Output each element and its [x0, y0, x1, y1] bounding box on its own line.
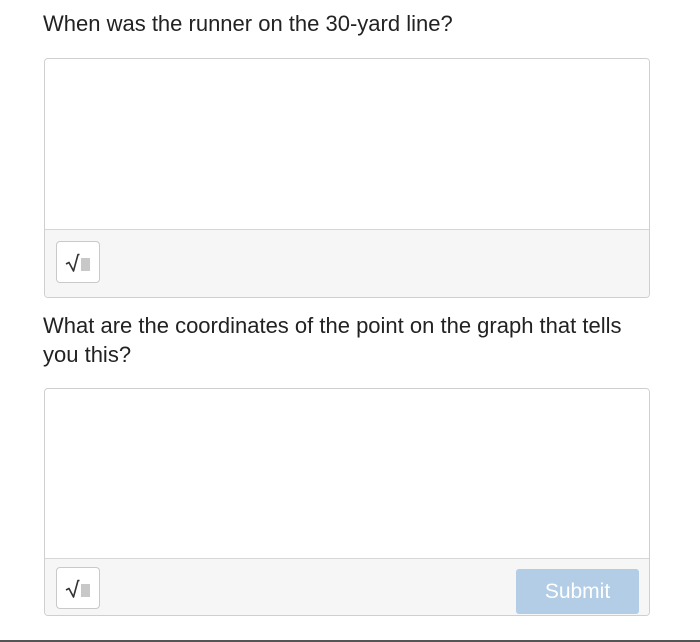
question-2-prompt: What are the coordinates of the point on…: [43, 313, 622, 367]
submit-button[interactable]: Submit: [516, 569, 639, 614]
math-input-button[interactable]: [56, 241, 100, 283]
square-root-icon: [65, 579, 90, 598]
answer-input-1[interactable]: [45, 59, 649, 230]
answer-box-2: Submit: [44, 388, 650, 616]
square-root-icon: [65, 253, 90, 272]
math-input-button[interactable]: [56, 567, 100, 609]
answer-box-1: [44, 58, 650, 298]
answer-input-2[interactable]: [45, 389, 649, 560]
answer-toolbar-2: Submit: [45, 558, 649, 615]
answer-toolbar-1: [45, 229, 649, 297]
question-1-prompt: When was the runner on the 30-yard line?: [43, 11, 453, 36]
